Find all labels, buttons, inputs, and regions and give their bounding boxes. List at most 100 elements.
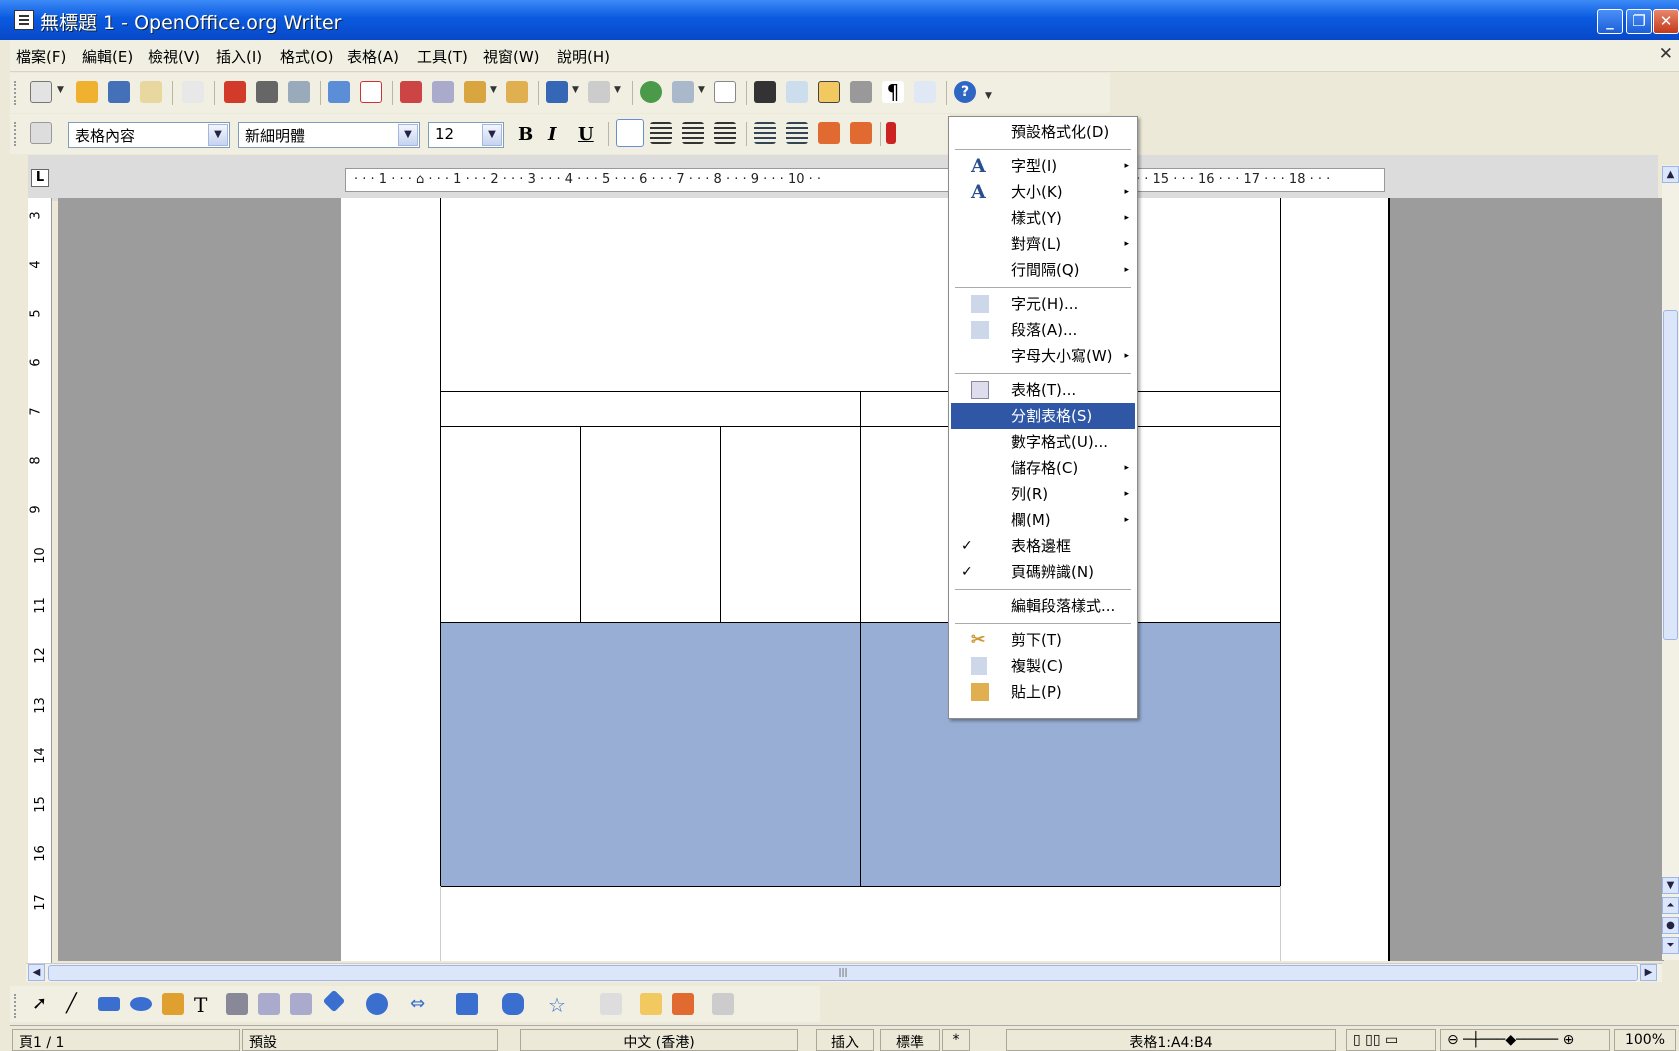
vertical-ruler[interactable]: 3 4 5 6 7 8 9 10 11 12 13 14 15 16 17 bbox=[28, 198, 52, 963]
rectangle-icon[interactable] bbox=[98, 997, 120, 1011]
close-document-icon[interactable]: ✕ bbox=[1659, 44, 1673, 64]
menu-view[interactable]: 檢視(V) bbox=[148, 46, 200, 67]
extrusion-icon[interactable] bbox=[712, 993, 734, 1015]
toolbar-grip[interactable] bbox=[14, 994, 17, 1018]
scroll-down-icon[interactable]: ▼ bbox=[1662, 877, 1679, 894]
new-document-icon[interactable] bbox=[30, 81, 52, 103]
zoom-slider[interactable]: ⊖ ─┼───◆───── ⊕ bbox=[1440, 1029, 1610, 1051]
increase-indent-icon[interactable] bbox=[850, 122, 872, 144]
decrease-indent-icon[interactable] bbox=[818, 122, 840, 144]
font-color-icon[interactable] bbox=[886, 122, 896, 144]
text-icon[interactable]: T bbox=[194, 993, 216, 1017]
line-icon[interactable]: ╱ bbox=[66, 993, 88, 1015]
edit-file-icon[interactable] bbox=[182, 81, 204, 103]
menu-table[interactable]: 表格(A) bbox=[347, 46, 399, 67]
points-icon[interactable] bbox=[600, 993, 622, 1015]
copy-icon[interactable] bbox=[432, 81, 454, 103]
italic-button[interactable]: I bbox=[548, 124, 556, 145]
dropdown-icon[interactable]: ▼ bbox=[698, 85, 705, 95]
menu-help[interactable]: 說明(H) bbox=[557, 46, 610, 67]
toolbar-grip[interactable] bbox=[14, 81, 17, 105]
view-layout-icons[interactable]: ▯ ▯▯ ▭ bbox=[1346, 1029, 1436, 1051]
vertical-text-icon[interactable] bbox=[290, 993, 312, 1015]
font-size-combo[interactable]: 12 ▼ bbox=[428, 122, 504, 148]
horizontal-scroll-thumb[interactable]: ||| bbox=[48, 965, 1638, 981]
menu-insert[interactable]: 插入(I) bbox=[216, 46, 262, 67]
print-preview-icon[interactable] bbox=[288, 81, 310, 103]
menu-item-font[interactable]: A 字型(I) ▸ bbox=[951, 153, 1135, 179]
export-pdf-icon[interactable] bbox=[224, 81, 246, 103]
menu-item-cell[interactable]: 儲存格(C) ▸ bbox=[951, 455, 1135, 481]
help-icon[interactable]: ? bbox=[954, 81, 976, 103]
pilcrow-icon[interactable]: ¶ bbox=[882, 81, 904, 103]
menu-tools[interactable]: 工具(T) bbox=[417, 46, 468, 67]
status-page-style[interactable]: 預設 bbox=[242, 1029, 498, 1051]
menu-item-size[interactable]: A 大小(K) ▸ bbox=[951, 179, 1135, 205]
page[interactable] bbox=[341, 198, 1388, 961]
toolbar-grip[interactable] bbox=[14, 122, 17, 146]
scroll-right-icon[interactable]: ▶ bbox=[1640, 964, 1657, 981]
toolbar-options-icon[interactable]: ▼ bbox=[985, 91, 992, 101]
align-left-icon[interactable] bbox=[616, 119, 644, 147]
paragraph-style-combo[interactable]: 表格內容 ▼ bbox=[68, 122, 230, 148]
menu-file[interactable]: 檔案(F) bbox=[16, 46, 66, 67]
stars-icon[interactable]: ☆ bbox=[548, 993, 570, 1017]
menu-item-copy[interactable]: 複製(C) bbox=[951, 653, 1135, 679]
menu-item-number-recognition[interactable]: ✓ 頁碼辨識(N) bbox=[951, 559, 1135, 585]
table-icon[interactable] bbox=[672, 81, 694, 103]
dropdown-icon[interactable]: ▼ bbox=[572, 85, 579, 95]
status-selection-mode[interactable]: 標準 bbox=[880, 1029, 940, 1051]
menu-item-table-properties[interactable]: 表格(T)... bbox=[951, 377, 1135, 403]
ellipse-icon[interactable] bbox=[130, 997, 152, 1011]
justify-icon[interactable] bbox=[714, 122, 736, 144]
status-modified[interactable]: * bbox=[942, 1029, 970, 1051]
numbering-icon[interactable] bbox=[754, 122, 776, 144]
zoom-icon[interactable] bbox=[914, 81, 936, 103]
open-folder-icon[interactable] bbox=[76, 81, 98, 103]
dropdown-icon[interactable]: ▼ bbox=[490, 85, 497, 95]
callouts-icon[interactable] bbox=[502, 993, 524, 1015]
menu-item-style[interactable]: 樣式(Y) ▸ bbox=[951, 205, 1135, 231]
fontwork-gallery-icon[interactable] bbox=[672, 993, 694, 1015]
align-center-icon[interactable] bbox=[650, 122, 672, 144]
paste-icon[interactable] bbox=[464, 81, 486, 103]
document-area[interactable] bbox=[58, 198, 1664, 961]
horizontal-ruler[interactable]: · · · 1 · · · ⌂ · · · 1 · · · 2 · · · 3 … bbox=[345, 168, 1385, 192]
gallery-icon[interactable] bbox=[818, 81, 840, 103]
dropdown-icon[interactable]: ▼ bbox=[614, 85, 621, 95]
menu-item-paragraph[interactable]: 段落(A)... bbox=[951, 317, 1135, 343]
menu-item-default-formatting[interactable]: 預設格式化(D) bbox=[951, 119, 1135, 145]
styles-formatting-icon[interactable] bbox=[30, 122, 52, 144]
restore-button[interactable]: ❐ bbox=[1626, 9, 1652, 34]
scroll-up-icon[interactable]: ▲ bbox=[1662, 166, 1679, 183]
next-page-icon[interactable]: ⏷ bbox=[1662, 937, 1679, 954]
menu-item-row[interactable]: 列(R) ▸ bbox=[951, 481, 1135, 507]
menu-item-alignment[interactable]: 對齊(L) ▸ bbox=[951, 231, 1135, 257]
menu-window[interactable]: 視窗(W) bbox=[483, 46, 540, 67]
hyperlink-icon[interactable] bbox=[640, 81, 662, 103]
bullets-icon[interactable] bbox=[786, 122, 808, 144]
callout-icon[interactable] bbox=[226, 993, 248, 1015]
menu-item-paste[interactable]: 貼上(P) bbox=[951, 679, 1135, 705]
cut-icon[interactable] bbox=[400, 81, 422, 103]
flowchart-icon[interactable] bbox=[456, 993, 478, 1015]
freeform-icon[interactable] bbox=[162, 993, 184, 1015]
menu-item-split-table[interactable]: 分割表格(S) bbox=[951, 403, 1135, 429]
status-insert-mode[interactable]: 插入 bbox=[816, 1029, 874, 1051]
from-file-icon[interactable] bbox=[640, 993, 662, 1015]
status-cell[interactable]: 表格1:A4:B4 bbox=[1006, 1029, 1336, 1051]
tab-type-button[interactable]: L bbox=[31, 169, 49, 187]
underline-button[interactable]: U bbox=[578, 124, 594, 145]
menu-item-line-spacing[interactable]: 行間隔(Q) ▸ bbox=[951, 257, 1135, 283]
chevron-down-icon[interactable]: ▼ bbox=[208, 124, 228, 146]
dropdown-icon[interactable]: ▼ bbox=[57, 85, 64, 95]
status-language[interactable]: 中文 (香港) bbox=[520, 1029, 798, 1051]
basic-shapes-icon[interactable] bbox=[322, 989, 346, 1013]
undo-icon[interactable] bbox=[546, 81, 568, 103]
font-name-combo[interactable]: 新細明體 ▼ bbox=[238, 122, 420, 148]
menu-item-edit-paragraph-style[interactable]: 編輯段落樣式... bbox=[951, 593, 1135, 619]
block-arrows-icon[interactable]: ⇔ bbox=[410, 993, 432, 1015]
symbol-shapes-icon[interactable] bbox=[366, 993, 388, 1015]
redo-icon[interactable] bbox=[588, 81, 610, 103]
autospellcheck-icon[interactable] bbox=[360, 81, 382, 103]
